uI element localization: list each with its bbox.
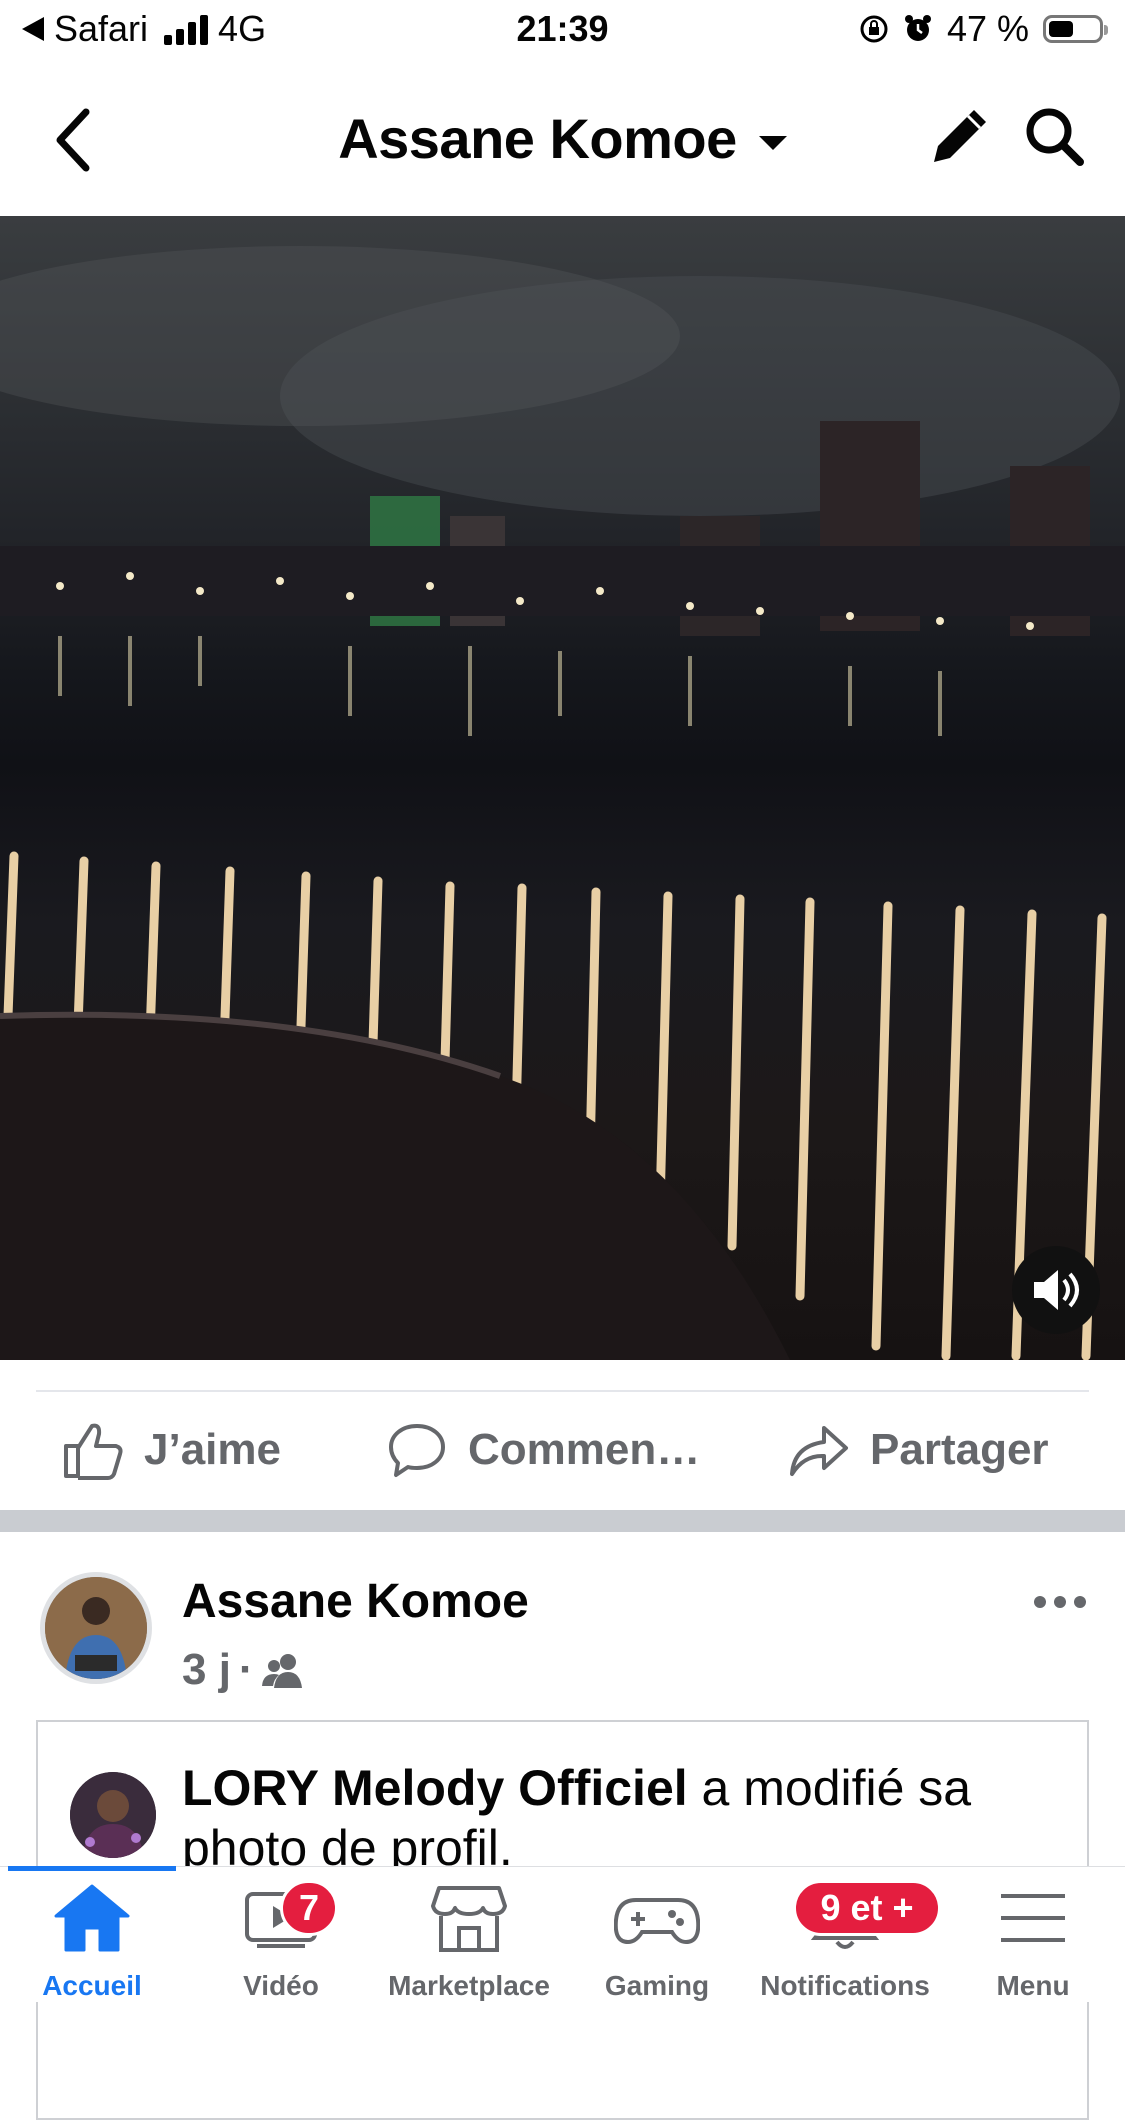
shared-avatar[interactable] [70, 1772, 156, 1858]
search-icon[interactable] [1022, 104, 1086, 168]
chevron-down-icon[interactable] [758, 136, 787, 151]
tab-home[interactable]: Accueil [7, 1872, 177, 2001]
gamepad-icon [614, 1898, 700, 1945]
feed-separator [0, 1510, 1125, 1532]
status-bar: Safari 4G 21:39 47 % [0, 0, 1125, 62]
video-player[interactable] [0, 216, 1125, 1360]
friends-icon [261, 1654, 302, 1688]
video-badge: 7 [280, 1880, 338, 1936]
status-right: 47 % [859, 8, 1108, 50]
like-label: J’aime [144, 1425, 281, 1474]
post-actions: J’aime Commen… Partager [0, 1400, 1125, 1500]
post-author[interactable]: Assane Komoe [182, 1574, 529, 1629]
shared-text: LORY Melody Officiel a modifié sa photo … [182, 1758, 1062, 1878]
home-icon [54, 1884, 130, 1952]
tab-video[interactable]: Vidéo [196, 1872, 366, 2001]
more-options-icon[interactable] [1030, 1582, 1090, 1622]
active-tab-indicator [8, 1866, 176, 1871]
battery-icon [1043, 15, 1108, 43]
battery-percent: 47 % [946, 8, 1029, 49]
edit-icon[interactable] [928, 104, 992, 168]
video-frame [0, 246, 1125, 1360]
tab-gaming-label: Gaming [604, 1970, 710, 2001]
speaker-icon [1034, 1270, 1079, 1310]
thumbs-up-icon [64, 1423, 123, 1480]
divider [36, 1390, 1089, 1392]
share-icon [790, 1426, 848, 1476]
sound-toggle-button[interactable] [1012, 1246, 1100, 1334]
profile-header: Assane Komoe [0, 70, 1125, 210]
share-button[interactable]: Partager [788, 1420, 1049, 1480]
share-label: Partager [870, 1425, 1049, 1474]
avatar-photo [45, 1577, 147, 1679]
tab-menu-label: Menu [996, 1970, 1070, 2001]
like-button[interactable]: J’aime [62, 1420, 281, 1480]
tab-menu[interactable]: Menu [948, 1872, 1118, 2001]
meta-dot: · [238, 1645, 254, 1694]
tab-marketplace[interactable]: Marketplace [384, 1872, 554, 2001]
orientation-lock-icon [860, 15, 888, 43]
page-title-text[interactable]: Assane Komoe [338, 107, 737, 170]
comment-button[interactable]: Commen… [386, 1420, 700, 1480]
author-avatar[interactable] [40, 1572, 152, 1684]
shop-icon [431, 1886, 507, 1952]
tab-gaming[interactable]: Gaming [572, 1872, 742, 2001]
tab-notifications-label: Notifications [760, 1970, 930, 2001]
post-meta: 3 j · [182, 1645, 306, 1695]
tab-marketplace-label: Marketplace [388, 1970, 550, 2001]
comment-icon [389, 1424, 445, 1477]
tab-home-label: Accueil [42, 1970, 142, 2001]
notifications-badge: 9 et + [793, 1880, 941, 1936]
comment-label: Commen… [468, 1425, 701, 1474]
post-time[interactable]: 3 j [182, 1645, 231, 1695]
tab-video-label: Vidéo [243, 1970, 319, 2001]
shared-name[interactable]: LORY Melody Officiel [182, 1760, 688, 1816]
menu-icon [1001, 1894, 1065, 1942]
alarm-icon [904, 15, 931, 41]
shared-avatar-photo [70, 1772, 156, 1858]
